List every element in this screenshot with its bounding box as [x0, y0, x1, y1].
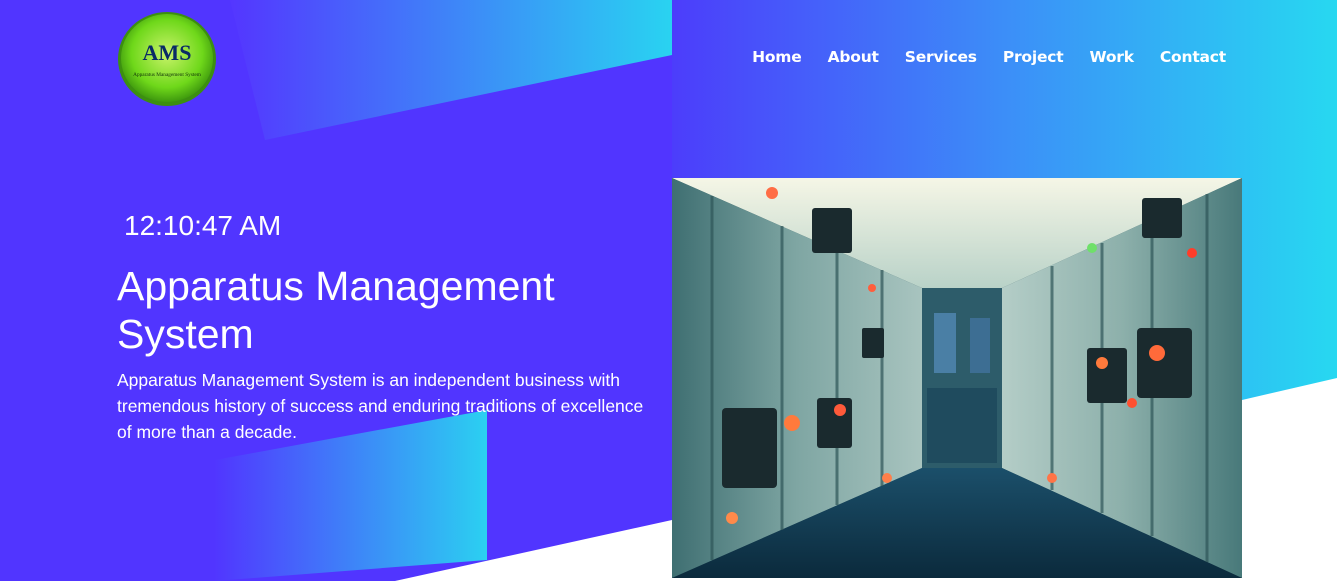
nav-project[interactable]: Project — [1003, 48, 1064, 66]
nav-services[interactable]: Services — [905, 48, 977, 66]
logo-letters: AMS — [143, 40, 192, 65]
hero-description: Apparatus Management System is an indepe… — [117, 370, 644, 442]
logo-caption: Apparatus Management System — [133, 72, 202, 78]
clock: 12:10:47 AM — [124, 210, 282, 241]
nav-work[interactable]: Work — [1090, 48, 1135, 66]
hero-image-server-room — [672, 178, 1242, 578]
logo[interactable]: AMS Apparatus Management System — [117, 10, 217, 108]
main-nav: Home About Services Project Work Contact — [752, 48, 1226, 66]
nav-contact[interactable]: Contact — [1160, 48, 1226, 66]
nav-home[interactable]: Home — [752, 48, 802, 66]
hero-title: Apparatus Management System — [117, 263, 555, 357]
nav-about[interactable]: About — [828, 48, 879, 66]
